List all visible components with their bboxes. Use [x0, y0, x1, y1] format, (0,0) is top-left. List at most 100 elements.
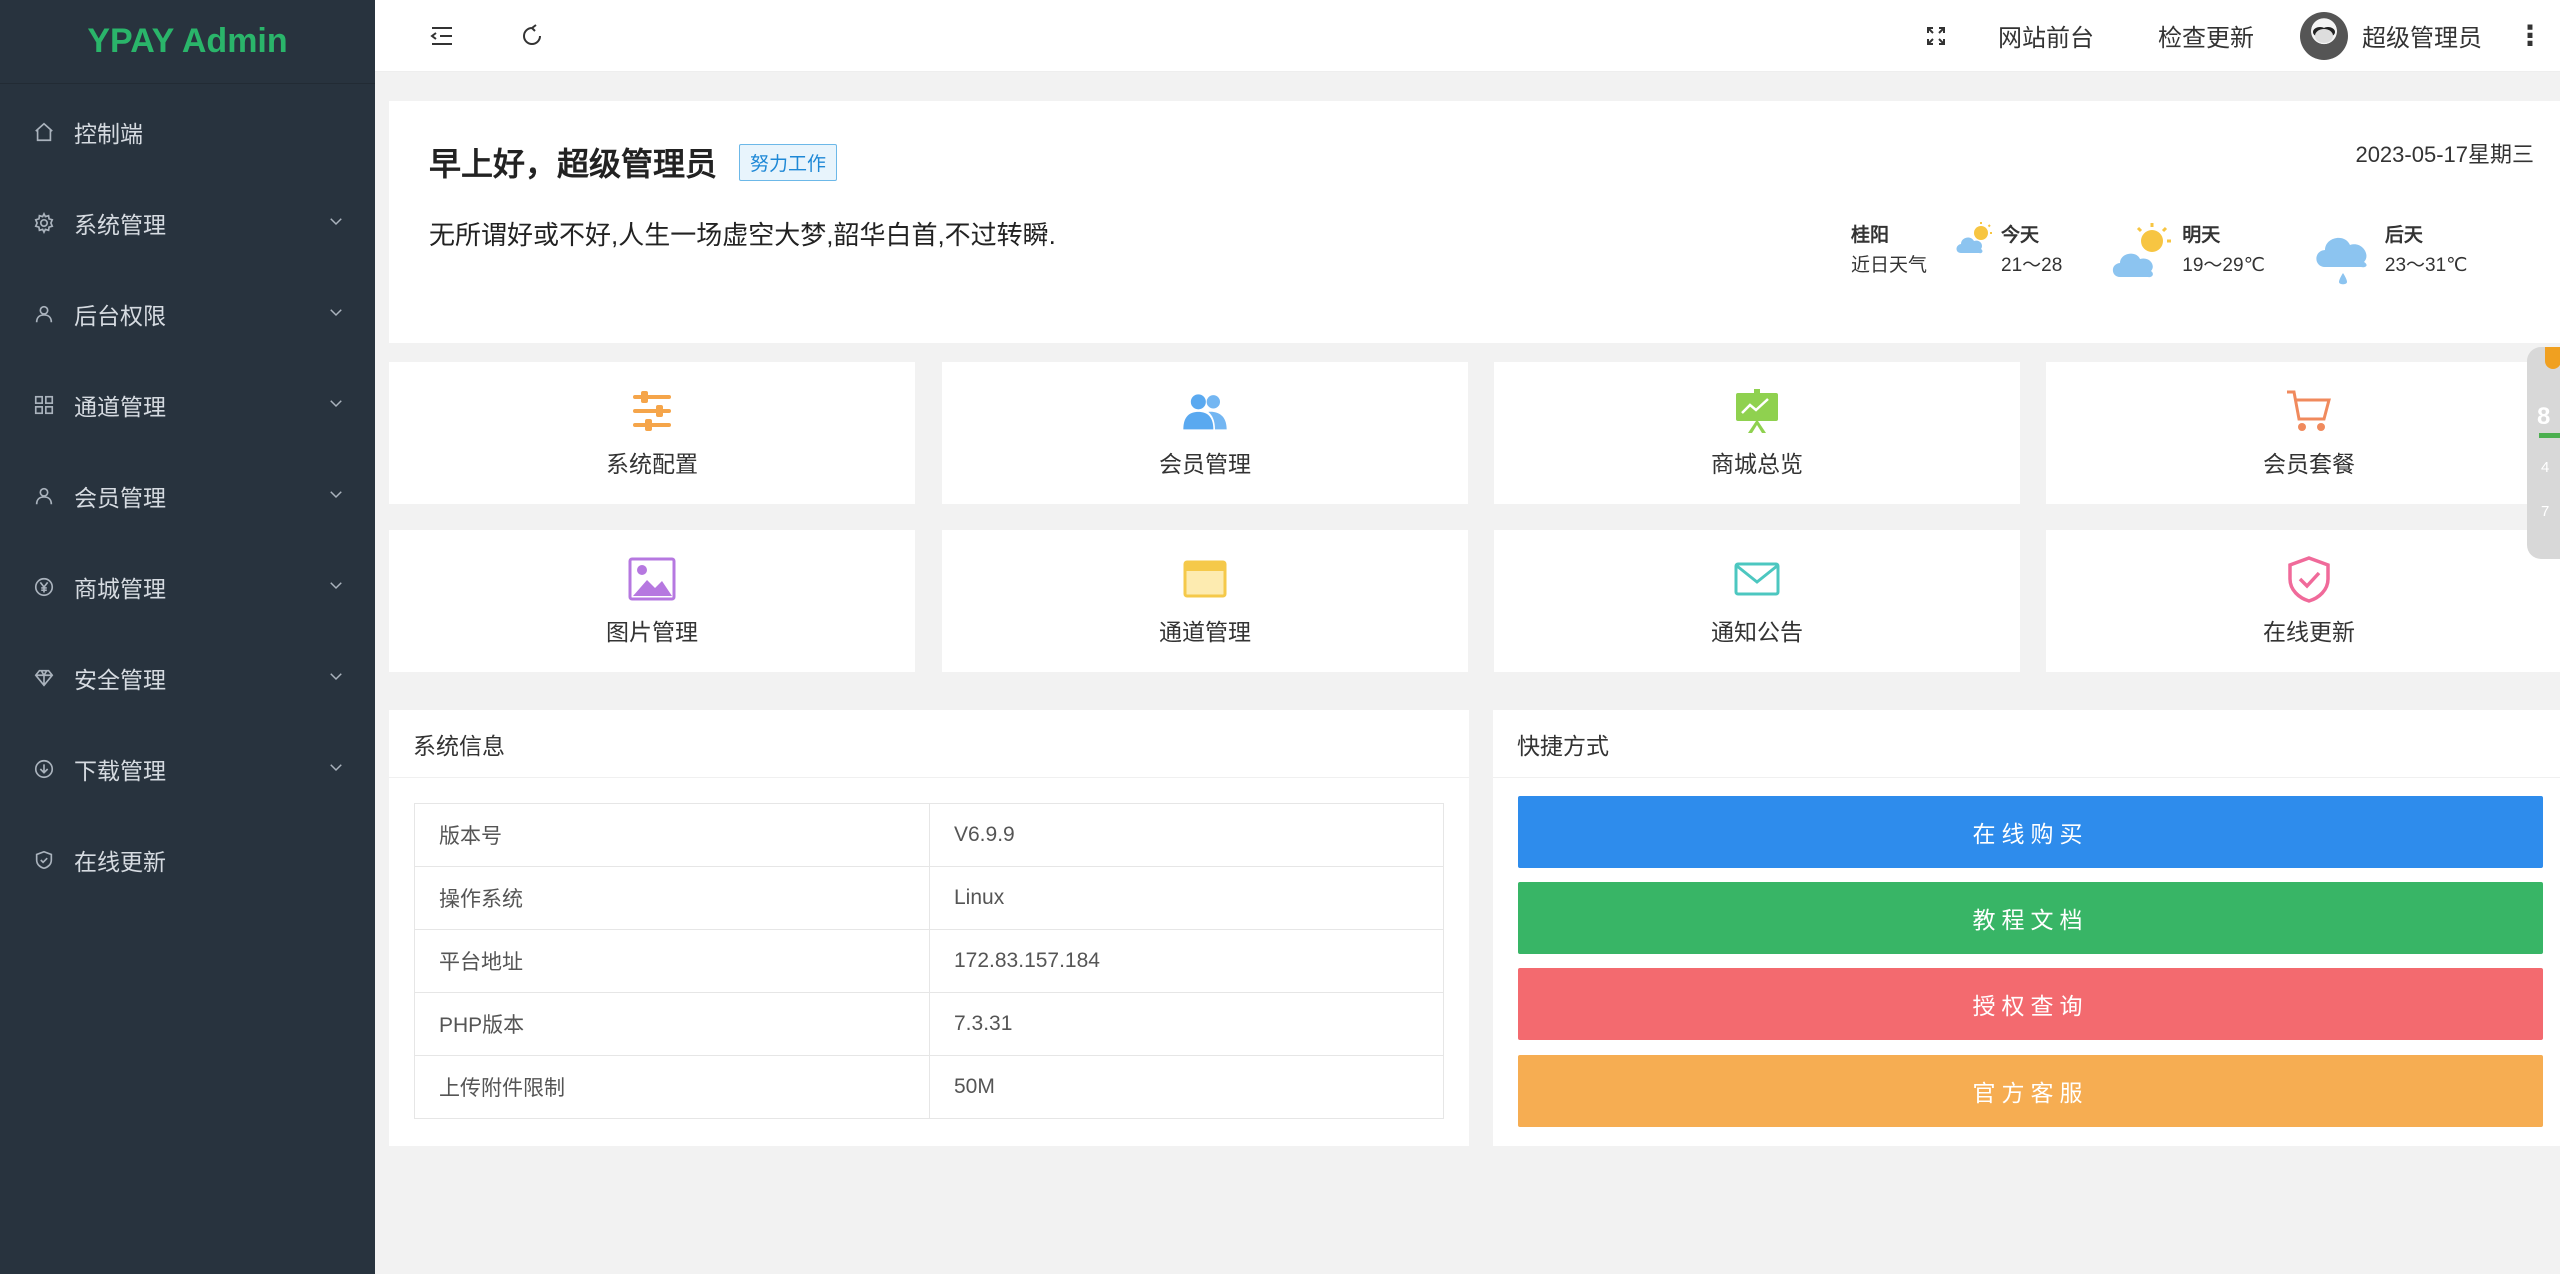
sidebar-item-channels[interactable]: 通道管理	[0, 359, 375, 450]
tile-notice[interactable]: 通知公告	[1494, 530, 2020, 672]
customer-service-button[interactable]: 官方客服	[1518, 1055, 2543, 1127]
widget-value: 8	[2537, 403, 2551, 430]
sidebar-item-online-update[interactable]: 在线更新	[0, 814, 375, 905]
info-key: 版本号	[414, 803, 930, 867]
chevron-down-icon	[327, 755, 345, 782]
collapse-menu-button[interactable]	[415, 0, 469, 72]
tile-shop-overview[interactable]: 商城总览	[1494, 362, 2020, 504]
tile-member-package[interactable]: 会员套餐	[2046, 362, 2560, 504]
users-icon	[1183, 394, 1227, 430]
chevron-down-icon	[327, 391, 345, 418]
chevron-down-icon	[327, 573, 345, 600]
tile-online-update[interactable]: 在线更新	[2046, 530, 2560, 672]
chevron-down-icon	[327, 664, 345, 691]
sidebar-item-system[interactable]: 系统管理	[0, 177, 375, 268]
weather-range: 19～29℃	[2182, 255, 2265, 276]
widget-line: 7	[2541, 503, 2550, 520]
table-row: 平台地址 172.83.157.184	[414, 929, 1444, 993]
widget-bar	[2539, 433, 2560, 438]
image-icon	[628, 557, 676, 601]
tile-label: 会员套餐	[2263, 451, 2355, 477]
sidebar-item-members[interactable]: 会员管理	[0, 450, 375, 541]
weather-range: 23～31℃	[2384, 255, 2468, 276]
greeting-title: 早上好，超级管理员	[429, 146, 718, 182]
greeting-row: 早上好，超级管理员 努力工作	[429, 139, 838, 185]
shortcuts-panel: 快捷方式 在线购买 教程文档 授权查询 官方客服	[1493, 710, 2560, 1146]
info-value: 172.83.157.184	[929, 929, 1444, 993]
apps-icon	[32, 393, 56, 417]
check-update-link[interactable]: 检查更新	[2126, 18, 2286, 53]
weather-day: 今天 21～28	[1953, 221, 2062, 281]
weather-day-name: 今天	[2001, 225, 2040, 246]
info-key: PHP版本	[414, 992, 930, 1056]
tile-channel-management[interactable]: 通道管理	[942, 530, 1468, 672]
info-value: 7.3.31	[929, 992, 1444, 1056]
current-date: 2023-05-17星期三	[2355, 142, 2534, 167]
sidebar-item-label: 通道管理	[74, 393, 166, 420]
docs-button[interactable]: 教程文档	[1518, 882, 2543, 954]
avatar	[2300, 11, 2348, 60]
table-row: PHP版本 7.3.31	[414, 992, 1444, 1056]
header-left	[415, 0, 595, 72]
info-value: 50M	[929, 1055, 1444, 1119]
welcome-card: 早上好，超级管理员 努力工作 无所谓好或不好,人生一场虚空大梦,韶华白首,不过转…	[389, 101, 2560, 343]
shield-check-icon	[2288, 556, 2330, 603]
panel-title: 快捷方式	[1493, 710, 2560, 778]
refresh-icon	[523, 23, 541, 45]
site-front-link[interactable]: 网站前台	[1966, 18, 2126, 53]
tile-label: 会员管理	[1159, 451, 1251, 477]
partly-cloudy-icon	[1956, 222, 1993, 254]
weather-range: 21～28	[2001, 255, 2063, 276]
sidebar-item-label: 商城管理	[74, 575, 166, 602]
tile-system-config[interactable]: 系统配置	[389, 362, 915, 504]
top-header: 网站前台 检查更新 超级管理员 ⋮	[375, 0, 2560, 72]
cart-icon	[2287, 390, 2331, 431]
weather-widget: 桂阳 近日天气 今天 21～28 明天 19～29℃ 后天 23～31℃	[1851, 221, 2514, 287]
license-query-button[interactable]: 授权查询	[1518, 968, 2543, 1040]
floating-monitor-widget[interactable]: 8 4 7	[2527, 347, 2560, 559]
app-logo[interactable]: YPAY Admin	[0, 0, 375, 84]
system-info-panel: 系统信息 版本号 V6.9.9 操作系统 Linux 平台地址 172.83.157.…	[389, 710, 1469, 1146]
chevron-down-icon	[327, 209, 345, 236]
refresh-button[interactable]	[505, 0, 559, 72]
city-name: 桂阳	[1851, 225, 1890, 246]
chevron-down-icon	[327, 300, 345, 327]
home-icon	[32, 120, 56, 144]
tile-image-management[interactable]: 图片管理	[389, 530, 915, 672]
sidebar-item-dashboard[interactable]: 控制端	[0, 86, 375, 177]
buy-online-button[interactable]: 在线购买	[1518, 796, 2543, 868]
widget-badge	[2545, 347, 2560, 369]
sidebar-item-label: 在线更新	[74, 848, 166, 875]
tile-label: 在线更新	[2263, 619, 2355, 645]
user-menu[interactable]: 超级管理员	[2286, 11, 2500, 60]
tile-label: 系统配置	[606, 451, 698, 477]
gear-icon	[32, 211, 56, 235]
diamond-icon	[32, 666, 56, 690]
info-value: Linux	[929, 866, 1444, 930]
user-icon	[32, 484, 56, 508]
header-right: 网站前台 检查更新 超级管理员 ⋮	[1906, 0, 2560, 72]
tile-member-management[interactable]: 会员管理	[942, 362, 1468, 504]
status-badge: 努力工作	[739, 143, 838, 181]
table-row: 版本号 V6.9.9	[414, 803, 1444, 867]
tile-label: 图片管理	[606, 619, 698, 645]
sidebar-item-permissions[interactable]: 后台权限	[0, 268, 375, 359]
panel-title: 系统信息	[389, 710, 1469, 778]
weather-day: 后天 23～31℃	[2311, 221, 2468, 287]
sidebar-item-security[interactable]: 安全管理	[0, 632, 375, 723]
sidebar-item-label: 后台权限	[74, 302, 166, 329]
mail-icon	[1734, 562, 1780, 596]
more-icon[interactable]: ⋮	[2500, 19, 2560, 52]
tile-label: 通道管理	[1159, 619, 1251, 645]
info-key: 上传附件限制	[414, 1055, 930, 1119]
weather-day: 明天 19～29℃	[2108, 221, 2265, 283]
shield-icon	[32, 848, 56, 872]
weather-day-name: 明天	[2182, 225, 2221, 246]
sidebar-item-label: 安全管理	[74, 666, 166, 693]
sidebar-item-label: 下载管理	[74, 757, 166, 784]
sidebar-item-downloads[interactable]: 下载管理	[0, 723, 375, 814]
fullscreen-button[interactable]	[1906, 0, 1966, 72]
sunny-cloud-icon	[2113, 223, 2172, 278]
sidebar-item-shop[interactable]: 商城管理	[0, 541, 375, 632]
sidebar-item-label: 会员管理	[74, 484, 166, 511]
